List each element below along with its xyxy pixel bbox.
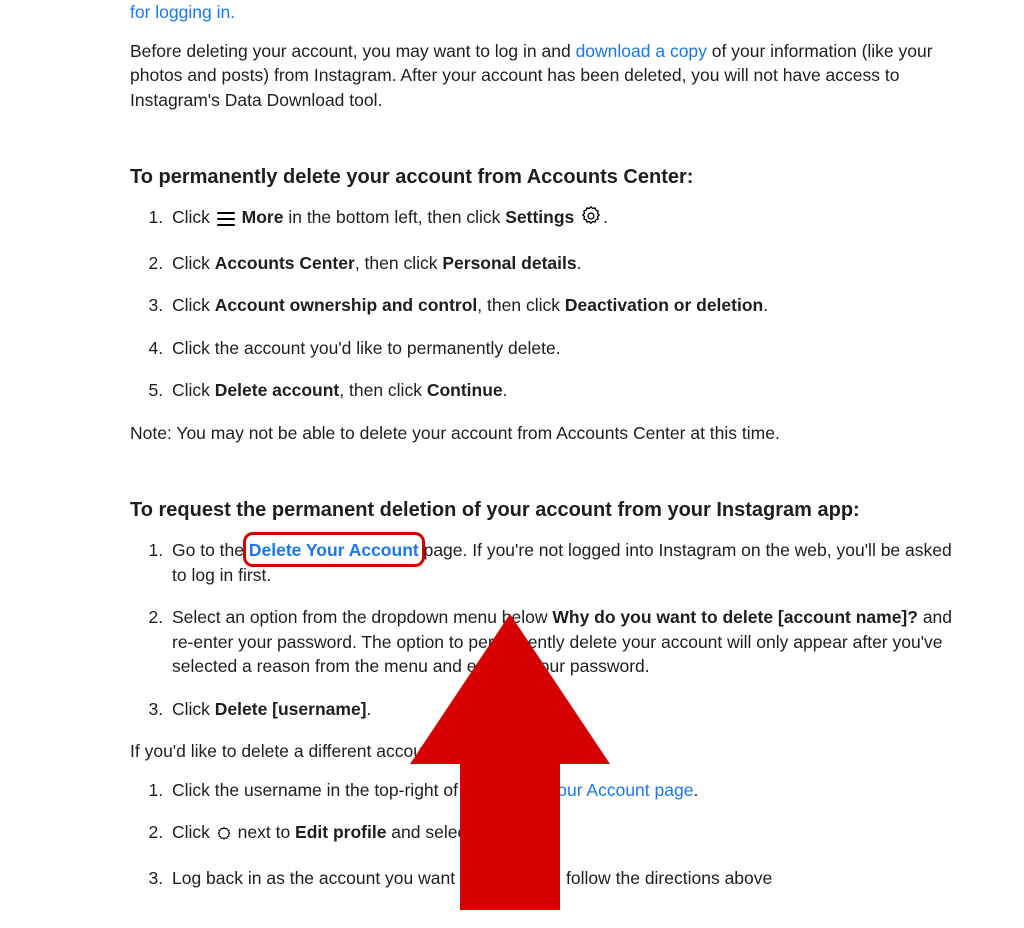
section2-list-a: Go to the Delete Your Account page. If y…: [168, 538, 964, 721]
partial-top-period: .: [230, 2, 235, 22]
list-item: Select an option from the dropdown menu …: [168, 605, 964, 679]
delete-your-account-page-link[interactable]: Delete Your Account page: [492, 780, 693, 800]
list-item: Click Accounts Center, then click Person…: [168, 251, 964, 276]
section2-list-b: Click the username in the top-right of t…: [168, 778, 964, 891]
section1-note: Note: You may not be able to delete your…: [130, 421, 964, 446]
delete-your-account-link[interactable]: Delete Your Account: [249, 540, 419, 560]
section2-heading: To request the permanent deletion of you…: [130, 497, 964, 524]
intro-paragraph: Before deleting your account, you may wa…: [130, 39, 964, 113]
list-item: Click next to Edit profile and select Lo…: [168, 820, 964, 848]
gear-icon: [217, 823, 231, 848]
section1-heading: To permanently delete your account from …: [130, 164, 964, 191]
list-item: Go to the Delete Your Account page. If y…: [168, 538, 964, 587]
list-item: Click the account you'd like to permanen…: [168, 336, 964, 361]
section1-list: Click More in the bottom left, then clic…: [168, 205, 964, 403]
download-copy-link[interactable]: download a copy: [576, 41, 707, 61]
hamburger-icon: [217, 208, 235, 233]
gear-icon: [581, 206, 601, 233]
list-item: Click the username in the top-right of t…: [168, 778, 964, 803]
list-item: Click Delete [username].: [168, 697, 964, 722]
list-item: Log back in as the account you want to d…: [168, 866, 964, 891]
section2-between: If you'd like to delete a different acco…: [130, 739, 964, 764]
list-item: Click More in the bottom left, then clic…: [168, 205, 964, 233]
partial-top-link[interactable]: for logging in.: [130, 0, 964, 25]
list-item: Click Account ownership and control, the…: [168, 293, 964, 318]
list-item: Click Delete account, then click Continu…: [168, 378, 964, 403]
